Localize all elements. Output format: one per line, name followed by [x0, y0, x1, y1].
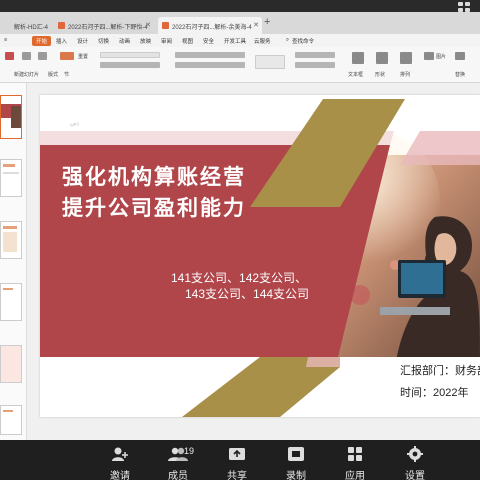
- paste-icon[interactable]: [5, 52, 14, 60]
- slide-thumbnail-6[interactable]: [0, 405, 22, 435]
- replace-label[interactable]: 替换: [455, 71, 465, 78]
- menu-item-review[interactable]: 审阅: [161, 37, 172, 45]
- textbox-icon[interactable]: [352, 52, 364, 64]
- menu-item-transition[interactable]: 切换: [98, 37, 109, 45]
- section-label[interactable]: 节: [64, 71, 69, 78]
- close-icon[interactable]: ✕: [145, 21, 151, 29]
- arrange-icon[interactable]: [400, 52, 412, 64]
- presentation-file-icon: [58, 22, 65, 29]
- meeting-control-bar: 邀请 19 成员 共享 录制 应用 设置: [0, 440, 480, 480]
- menu-item-developer[interactable]: 开发工具: [224, 37, 246, 45]
- menu-item-animation[interactable]: 动画: [119, 37, 130, 45]
- settings-label: 设置: [405, 471, 425, 480]
- paragraph-icons[interactable]: [175, 52, 245, 58]
- invite-label: 邀请: [110, 471, 130, 480]
- members-label: 成员: [168, 471, 188, 480]
- picture-label[interactable]: 图片: [436, 53, 446, 60]
- menu-item-design[interactable]: 设计: [77, 37, 88, 45]
- slide-subtitle-line-1[interactable]: 141支公司、142支公司、: [171, 269, 307, 286]
- tab-label: 2022石河子四...解析-下野怡-4: [68, 25, 148, 31]
- record-label: 录制: [286, 471, 306, 480]
- slide-title-line-2[interactable]: 提升公司盈利能力: [62, 192, 246, 222]
- share-label: 共享: [227, 471, 247, 480]
- close-icon[interactable]: ✕: [253, 21, 259, 29]
- menu-item-view[interactable]: 视图: [182, 37, 193, 45]
- style-gallery[interactable]: [255, 55, 285, 69]
- shape-label[interactable]: 形状: [375, 71, 385, 78]
- menu-item-cloud[interactable]: 云服务: [254, 37, 271, 45]
- apps-button[interactable]: 应用: [325, 440, 385, 480]
- tab-label: 解析-HD汇-4: [14, 25, 48, 31]
- replace-icon[interactable]: [455, 52, 465, 60]
- menu-bar: ≡ 开始 插入 设计 切换 动画 放映 审阅 视图 安全 开发工具 云服务 ⌕ …: [0, 34, 480, 47]
- apps-icon: [348, 447, 362, 461]
- invite-icon: [112, 447, 128, 461]
- new-slide-icon[interactable]: [60, 52, 74, 60]
- slide-thumbnail-2[interactable]: [0, 159, 22, 197]
- layout-label[interactable]: 版式: [48, 71, 58, 78]
- tab-document-2[interactable]: 2022石河子四...解析-下野怡-4 ✕: [54, 17, 154, 34]
- slide-canvas[interactable]: WPS 强化机构算账经营 提升公司盈利能力 141支公司、142支公司、 143…: [40, 95, 480, 417]
- members-count: 19: [184, 446, 195, 456]
- format-painter-icon[interactable]: [38, 52, 47, 60]
- invite-button[interactable]: 邀请: [90, 440, 150, 480]
- new-tab-button[interactable]: +: [264, 16, 270, 28]
- menu-icon[interactable]: ≡: [4, 37, 7, 43]
- font-select[interactable]: [100, 52, 160, 58]
- record-icon: [288, 447, 304, 461]
- search-command-input[interactable]: 查找命令: [292, 37, 314, 45]
- arrange-label[interactable]: 排列: [400, 71, 410, 78]
- gear-icon: [407, 446, 423, 462]
- menu-item-start[interactable]: 开始: [32, 36, 52, 46]
- smartart-icons[interactable]: [295, 62, 335, 68]
- tab-label: 2022石河子四...解析-余美海-4: [172, 25, 252, 31]
- settings-button[interactable]: 设置: [385, 440, 445, 480]
- alignment-icons[interactable]: [175, 62, 245, 68]
- ribbon-toolbar: 新建幻灯片 版式 节 重置 文本框 形状 排列 图片 替换: [0, 47, 480, 83]
- reporting-department[interactable]: 汇报部门：财务部: [400, 362, 480, 378]
- presentation-file-icon: [162, 22, 169, 29]
- menu-item-security[interactable]: 安全: [203, 37, 214, 45]
- slide-thumbnail-5[interactable]: [0, 345, 22, 383]
- font-format-icons[interactable]: [100, 62, 160, 68]
- members-button[interactable]: 19 成员: [148, 440, 208, 480]
- share-icon: [229, 448, 245, 460]
- slide-thumbnail-4[interactable]: [0, 283, 22, 321]
- menu-item-slideshow[interactable]: 放映: [140, 37, 151, 45]
- slide-thumbnail-pane: [0, 83, 27, 440]
- slide-title-line-1[interactable]: 强化机构算账经营: [62, 161, 246, 191]
- picture-icon[interactable]: [424, 52, 434, 60]
- slide-subtitle-line-2[interactable]: 143支公司、144支公司: [185, 285, 309, 302]
- document-tab-bar: 解析-HD汇-4 2022石河子四...解析-下野怡-4 ✕ 2022石河子四.…: [0, 12, 480, 34]
- tab-document-1[interactable]: 解析-HD汇-4: [0, 17, 52, 34]
- menu-item-insert[interactable]: 插入: [56, 37, 67, 45]
- record-button[interactable]: 录制: [266, 440, 326, 480]
- reset-label[interactable]: 重置: [78, 53, 88, 60]
- tab-document-3[interactable]: 2022石河子四...解析-余美海-4 ✕: [158, 17, 262, 34]
- monitor-bezel: [0, 0, 480, 12]
- new-slide-label[interactable]: 新建幻灯片: [14, 71, 39, 78]
- slide-thumbnail-3[interactable]: [0, 221, 22, 259]
- textbox-label[interactable]: 文本框: [348, 71, 363, 78]
- search-icon: ⌕: [286, 37, 290, 43]
- text-direction-icons[interactable]: [295, 52, 335, 58]
- shape-icon[interactable]: [376, 52, 388, 64]
- apps-label: 应用: [345, 471, 365, 480]
- screen: 解析-HD汇-4 2022石河子四...解析-下野怡-4 ✕ 2022石河子四.…: [0, 0, 480, 480]
- share-button[interactable]: 共享: [207, 440, 267, 480]
- cut-icon[interactable]: [22, 52, 31, 60]
- report-date[interactable]: 时间：2022年: [400, 384, 468, 400]
- slide-thumbnail-1[interactable]: [0, 95, 22, 139]
